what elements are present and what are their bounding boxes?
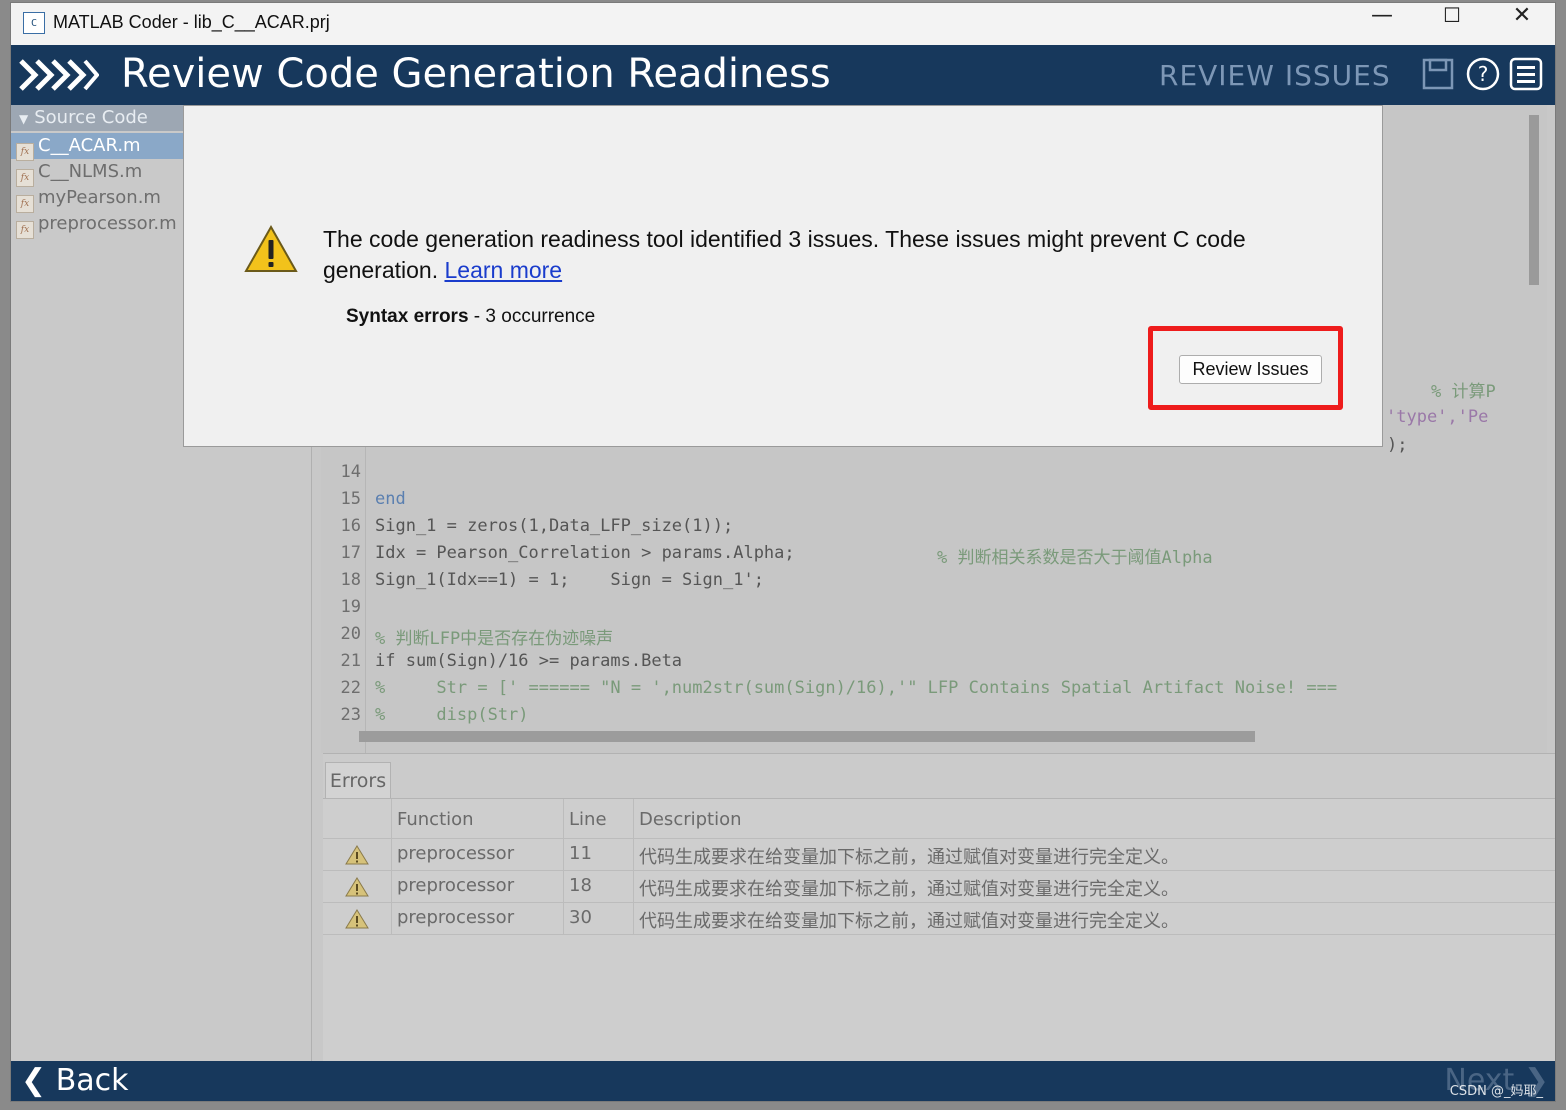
errors-panel: Errors Function Line Description preproc… [323, 753, 1555, 1063]
file-item-c-acar[interactable]: fx C__ACAR.m [11, 133, 183, 161]
close-button[interactable]: ✕ [1487, 3, 1555, 45]
line-number: 19 [340, 597, 361, 617]
error-line[interactable]: 30 [569, 907, 592, 928]
chevron-left-icon: ❮ [21, 1063, 47, 1098]
warning-icon [345, 877, 369, 897]
issue-summary: Syntax errors - 3 occurrence [346, 306, 595, 328]
error-description[interactable]: 代码生成要求在给变量加下标之前，通过赋值对变量进行完全定义。 [639, 875, 1179, 901]
code-fragment: % 计算P [1431, 382, 1496, 402]
code-fragment: 'type','Pe [1386, 407, 1489, 427]
source-code-label: Source Code [34, 107, 148, 128]
error-function[interactable]: preprocessor [397, 843, 514, 864]
warning-icon [345, 909, 369, 929]
code-line: Idx = Pearson_Correlation > params.Alpha… [375, 543, 795, 563]
error-description[interactable]: 代码生成要求在给变量加下标之前，通过赋值对变量进行完全定义。 [639, 843, 1179, 869]
window-title: MATLAB Coder - lib_C__ACAR.prj [53, 12, 330, 32]
help-icon[interactable]: ? [1466, 57, 1500, 91]
horizontal-scrollbar[interactable] [359, 731, 1255, 742]
column-header-description[interactable]: Description [639, 809, 742, 830]
error-function[interactable]: preprocessor [397, 907, 514, 928]
issue-count: - 3 occurrence [468, 306, 596, 327]
page-title: Review Code Generation Readiness [121, 51, 831, 97]
back-label: Back [55, 1063, 129, 1098]
line-number: 15 [340, 489, 361, 509]
wizard-header: Review Code Generation Readiness REVIEW … [11, 45, 1555, 105]
watermark: CSDN @_妈耶_ [1449, 1084, 1543, 1099]
line-number: 23 [340, 705, 361, 725]
source-code-section[interactable]: ▼ Source Code [11, 105, 183, 131]
file-item-c-nlms[interactable]: fx C__NLMS.m [11, 159, 183, 187]
line-number: 16 [340, 516, 361, 536]
step-label: REVIEW ISSUES [1159, 59, 1391, 92]
maximize-button[interactable]: ☐ [1417, 3, 1487, 45]
svg-text:?: ? [1478, 62, 1489, 86]
file-name: C__NLMS.m [38, 161, 143, 182]
error-line[interactable]: 18 [569, 875, 592, 896]
menu-icon[interactable] [1509, 57, 1543, 91]
line-number: 21 [340, 651, 361, 671]
code-comment: % disp(Str) [375, 705, 529, 725]
wizard-footer: ❮ Back Next ❯ CSDN @_妈耶_ [11, 1061, 1555, 1101]
line-number: 20 [340, 624, 361, 644]
code-comment: % 判断LFP中是否存在伪迹噪声 [375, 629, 614, 649]
collapse-triangle-icon: ▼ [19, 112, 29, 126]
error-function[interactable]: preprocessor [397, 875, 514, 896]
line-number: 22 [340, 678, 361, 698]
error-description[interactable]: 代码生成要求在给变量加下标之前，通过赋值对变量进行完全定义。 [639, 907, 1179, 933]
code-line: Sign_1 = zeros(1,Data_LFP_size(1)); [375, 516, 734, 536]
dialog-message: The code generation readiness tool ident… [323, 224, 1303, 286]
warning-icon [244, 224, 298, 272]
back-button[interactable]: ❮ Back [21, 1063, 129, 1098]
code-fragment: ); [1387, 435, 1408, 455]
issue-type: Syntax errors [346, 306, 469, 327]
errors-table: Function Line Description preprocessor 1… [323, 798, 1555, 1063]
file-name: myPearson.m [38, 187, 161, 208]
file-name: preprocessor.m [38, 213, 177, 234]
tab-errors[interactable]: Errors [325, 762, 391, 799]
error-line[interactable]: 11 [569, 843, 592, 864]
column-header-function[interactable]: Function [397, 809, 474, 830]
learn-more-link[interactable]: Learn more [444, 257, 562, 283]
warning-icon [345, 845, 369, 865]
save-icon[interactable] [1421, 57, 1455, 91]
vertical-scrollbar[interactable] [1529, 115, 1539, 285]
code-line: if sum(Sign)/16 >= params.Beta [375, 651, 683, 671]
code-line: Sign_1(Idx==1) = 1; Sign = Sign_1'; [375, 570, 764, 590]
minimize-button[interactable]: — [1347, 3, 1417, 45]
line-number: 18 [340, 570, 361, 590]
coder-logo-icon [19, 59, 99, 91]
column-header-line[interactable]: Line [569, 809, 607, 830]
code-comment: % 判断相关系数是否大于阈值Alpha [937, 548, 1213, 568]
matlab-coder-icon: C [23, 12, 45, 34]
highlight-annotation-box [1148, 326, 1343, 410]
function-file-icon: fx [16, 221, 34, 239]
file-name: C__ACAR.m [38, 135, 141, 156]
line-number: 17 [340, 543, 361, 563]
code-comment: % Str = [' ====== "N = ',num2str(sum(Sig… [375, 678, 1338, 698]
code-line: end [375, 489, 406, 509]
file-item-preprocessor[interactable]: fx preprocessor.m [11, 211, 183, 239]
file-item-mypearson[interactable]: fx myPearson.m [11, 185, 183, 213]
window-titlebar[interactable]: C MATLAB Coder - lib_C__ACAR.prj — ☐ ✕ [11, 3, 1555, 45]
line-number: 14 [340, 462, 361, 482]
